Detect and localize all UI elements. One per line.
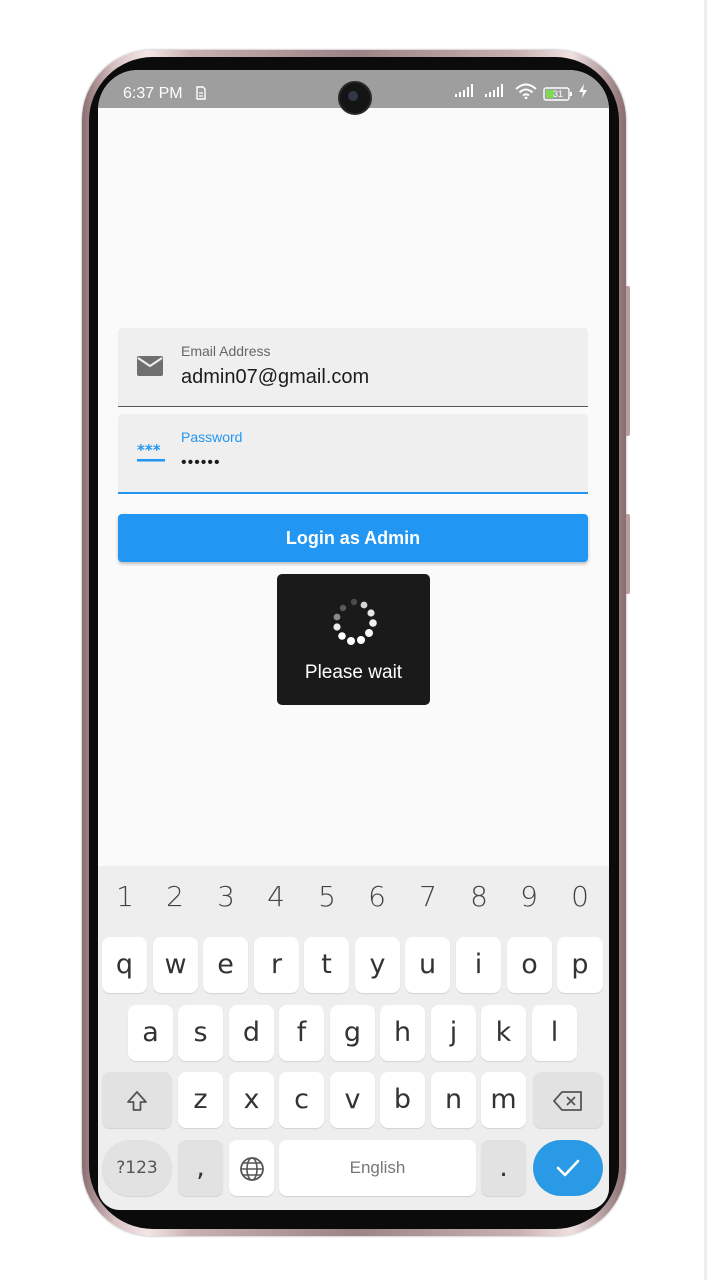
checkmark-icon xyxy=(555,1159,581,1185)
key-r[interactable]: r xyxy=(254,937,299,993)
key-s[interactable]: s xyxy=(178,1005,223,1061)
shift-key[interactable] xyxy=(102,1072,172,1128)
status-time: 6:37 PM xyxy=(123,85,183,102)
key-n[interactable]: n xyxy=(431,1072,476,1128)
number-row: 1 2 3 4 5 6 7 8 9 0 xyxy=(98,866,609,930)
password-label: Password xyxy=(181,429,243,445)
key-l[interactable]: l xyxy=(532,1005,577,1061)
email-value: admin07@gmail.com xyxy=(181,366,370,388)
key-u[interactable]: u xyxy=(405,937,450,993)
key-x[interactable]: x xyxy=(229,1072,274,1128)
symbols-key[interactable]: ?123 xyxy=(102,1140,172,1196)
power-button xyxy=(626,514,630,594)
key-h[interactable]: h xyxy=(380,1005,425,1061)
key-g[interactable]: g xyxy=(330,1005,375,1061)
key-e[interactable]: e xyxy=(203,937,248,993)
charging-icon xyxy=(579,84,587,103)
key-7[interactable]: 7 xyxy=(403,880,453,913)
enter-key[interactable] xyxy=(533,1140,603,1196)
battery-icon: 31 xyxy=(543,86,573,101)
on-screen-keyboard: 1 2 3 4 5 6 7 8 9 0 q w e r t y u i o p … xyxy=(98,866,609,1210)
language-key[interactable] xyxy=(229,1140,274,1196)
key-k[interactable]: k xyxy=(481,1005,526,1061)
key-3[interactable]: 3 xyxy=(201,880,251,913)
key-9[interactable]: 9 xyxy=(504,880,554,913)
space-bar[interactable]: English xyxy=(279,1140,476,1196)
backspace-icon xyxy=(552,1084,584,1115)
loading-dialog: Please wait xyxy=(277,574,430,705)
password-value: •••••• xyxy=(181,454,221,471)
globe-icon xyxy=(239,1152,265,1183)
key-b[interactable]: b xyxy=(380,1072,425,1128)
key-4[interactable]: 4 xyxy=(251,880,301,913)
key-w[interactable]: w xyxy=(153,937,198,993)
key-2[interactable]: 2 xyxy=(150,880,200,913)
key-f[interactable]: f xyxy=(279,1005,324,1061)
loading-text: Please wait xyxy=(304,662,403,683)
key-d[interactable]: d xyxy=(229,1005,274,1061)
login-button[interactable]: Login as Admin xyxy=(118,514,588,562)
key-t[interactable]: t xyxy=(304,937,349,993)
mail-icon xyxy=(136,354,164,378)
password-field[interactable]: *** Password •••••• xyxy=(118,414,588,494)
shift-icon xyxy=(125,1084,149,1115)
password-icon: *** xyxy=(136,440,165,464)
period-key[interactable]: . xyxy=(481,1140,526,1196)
key-v[interactable]: v xyxy=(330,1072,375,1128)
key-m[interactable]: m xyxy=(481,1072,526,1128)
key-i[interactable]: i xyxy=(456,937,501,993)
volume-button xyxy=(626,286,630,436)
signal-icon xyxy=(455,84,479,103)
key-j[interactable]: j xyxy=(431,1005,476,1061)
key-q[interactable]: q xyxy=(102,937,147,993)
sim-icon xyxy=(196,86,206,105)
wifi-icon xyxy=(515,83,537,104)
front-camera xyxy=(338,81,372,115)
status-icons: 31 xyxy=(455,83,587,104)
key-c[interactable]: c xyxy=(279,1072,324,1128)
key-p[interactable]: p xyxy=(557,937,603,993)
key-6[interactable]: 6 xyxy=(352,880,402,913)
spinner-icon xyxy=(328,596,380,648)
key-0[interactable]: 0 xyxy=(555,880,605,913)
email-field[interactable]: Email Address admin07@gmail.com xyxy=(118,328,588,407)
backspace-key[interactable] xyxy=(533,1072,603,1128)
key-y[interactable]: y xyxy=(355,937,400,993)
signal-icon xyxy=(485,84,509,103)
key-8[interactable]: 8 xyxy=(454,880,504,913)
key-a[interactable]: a xyxy=(128,1005,173,1061)
comma-key[interactable]: , xyxy=(178,1140,223,1196)
app-screen: 6:37 PM 31 Email Address admin07@gmail.c… xyxy=(98,70,609,1210)
key-z[interactable]: z xyxy=(178,1072,223,1128)
key-o[interactable]: o xyxy=(507,937,552,993)
battery-level: 31 xyxy=(552,88,563,99)
email-label: Email Address xyxy=(181,343,271,359)
key-1[interactable]: 1 xyxy=(100,880,150,913)
key-5[interactable]: 5 xyxy=(302,880,352,913)
svg-text:***: *** xyxy=(137,441,161,459)
